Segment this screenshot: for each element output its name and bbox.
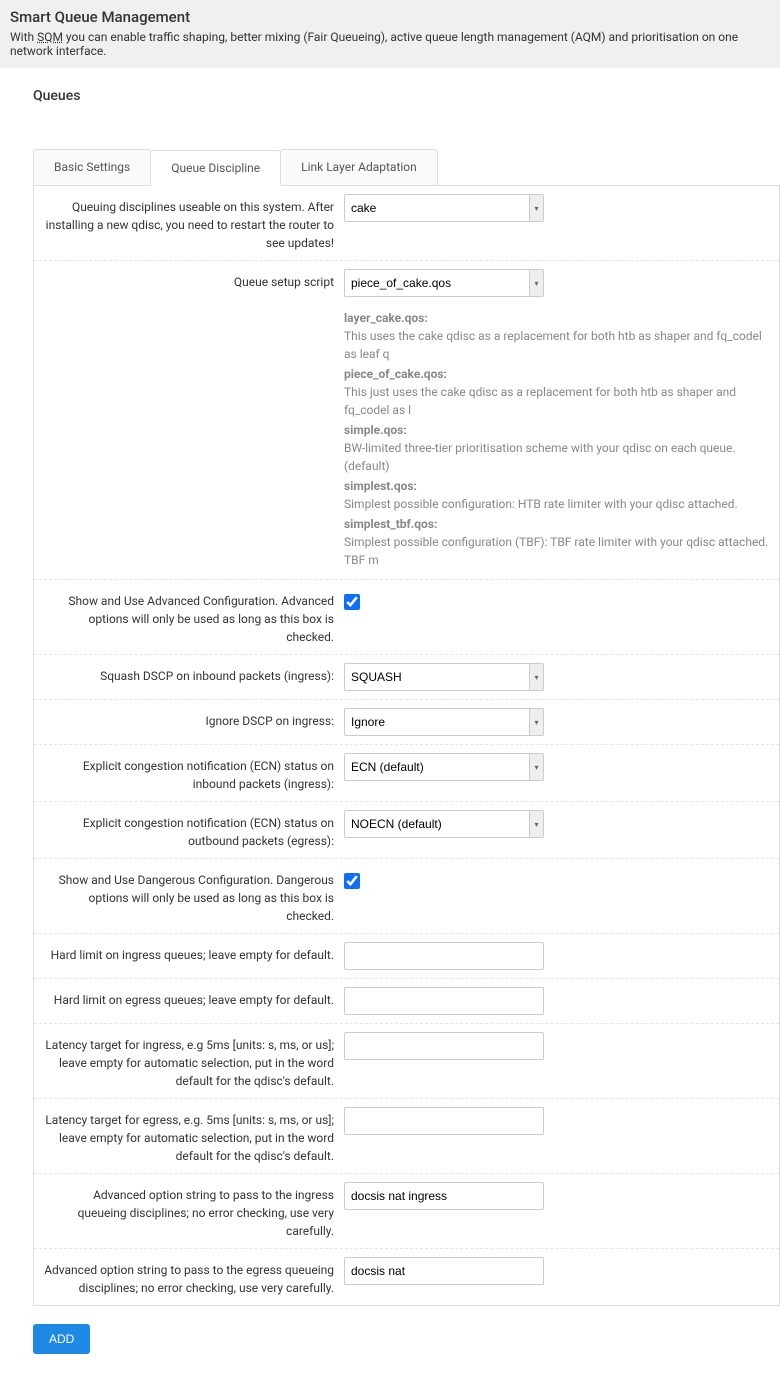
hard-out-label: Hard limit on egress queues; leave empty… (44, 987, 344, 1009)
main-panel: Queues Basic Settings Queue Discipline L… (0, 68, 780, 1374)
ecn-in-label: Explicit congestion notification (ECN) s… (44, 753, 344, 793)
row-qdisc: Queuing disciplines useable on this syst… (34, 186, 779, 261)
ignore-select[interactable]: Ignore (344, 708, 544, 736)
squash-label: Squash DSCP on inbound packets (ingress)… (44, 663, 344, 685)
lat-in-label: Latency target for ingress, e.g 5ms [uni… (44, 1032, 344, 1090)
advopt-out-input[interactable] (344, 1257, 544, 1285)
row-advopt-egress: Advanced option string to pass to the eg… (34, 1249, 779, 1305)
ecn-out-select[interactable]: NOECN (default) (344, 810, 544, 838)
dangerous-checkbox[interactable] (344, 873, 360, 889)
row-hard-egress: Hard limit on egress queues; leave empty… (34, 979, 779, 1024)
form-area: Queuing disciplines useable on this syst… (33, 186, 780, 1306)
row-script: Queue setup script piece_of_cake.qos ▾ l… (34, 261, 779, 580)
page-title: Smart Queue Management (10, 8, 770, 26)
sqm-link[interactable]: SQM (37, 30, 63, 44)
qdisc-select[interactable]: cake (344, 194, 544, 222)
squash-select[interactable]: SQUASH (344, 663, 544, 691)
hard-in-label: Hard limit on ingress queues; leave empt… (44, 942, 344, 964)
row-ecn-inbound: Explicit congestion notification (ECN) s… (34, 745, 779, 802)
lat-out-label: Latency target for egress, e.g. 5ms [uni… (44, 1107, 344, 1165)
row-ignore: Ignore DSCP on ingress: Ignore ▾ (34, 700, 779, 745)
advopt-out-label: Advanced option string to pass to the eg… (44, 1257, 344, 1297)
row-hard-ingress: Hard limit on ingress queues; leave empt… (34, 934, 779, 979)
script-select[interactable]: piece_of_cake.qos (344, 269, 544, 297)
ignore-label: Ignore DSCP on ingress: (44, 708, 344, 730)
row-dangerous-checkbox: Show and Use Dangerous Configuration. Da… (34, 859, 779, 934)
row-latency-egress: Latency target for egress, e.g. 5ms [uni… (34, 1099, 779, 1174)
row-ecn-outbound: Explicit congestion notification (ECN) s… (34, 802, 779, 859)
advanced-checkbox[interactable] (344, 594, 360, 610)
dangerous-label: Show and Use Dangerous Configuration. Da… (44, 867, 344, 925)
row-squash: Squash DSCP on inbound packets (ingress)… (34, 655, 779, 700)
advopt-in-input[interactable] (344, 1182, 544, 1210)
qdisc-label: Queuing disciplines useable on this syst… (44, 194, 344, 252)
page-header: Smart Queue Management With SQM you can … (0, 0, 780, 68)
ecn-in-select[interactable]: ECN (default) (344, 753, 544, 781)
add-button[interactable]: ADD (33, 1324, 90, 1354)
advanced-label: Show and Use Advanced Configuration. Adv… (44, 588, 344, 646)
lat-in-input[interactable] (344, 1032, 544, 1060)
lat-out-input[interactable] (344, 1107, 544, 1135)
section-title: Queues (33, 88, 780, 104)
advopt-in-label: Advanced option string to pass to the in… (44, 1182, 344, 1240)
page-description: With SQM you can enable traffic shaping,… (10, 30, 770, 58)
row-advopt-ingress: Advanced option string to pass to the in… (34, 1174, 779, 1249)
script-label: Queue setup script (44, 269, 344, 291)
tab-link-layer[interactable]: Link Layer Adaptation (280, 149, 438, 185)
row-advanced-checkbox: Show and Use Advanced Configuration. Adv… (34, 580, 779, 655)
row-latency-ingress: Latency target for ingress, e.g 5ms [uni… (34, 1024, 779, 1099)
script-help: layer_cake.qos: This uses the cake qdisc… (344, 309, 769, 569)
hard-in-input[interactable] (344, 942, 544, 970)
tabs: Basic Settings Queue Discipline Link Lay… (33, 149, 780, 186)
hard-out-input[interactable] (344, 987, 544, 1015)
tab-basic-settings[interactable]: Basic Settings (33, 149, 151, 185)
tab-queue-discipline[interactable]: Queue Discipline (150, 150, 281, 186)
ecn-out-label: Explicit congestion notification (ECN) s… (44, 810, 344, 850)
